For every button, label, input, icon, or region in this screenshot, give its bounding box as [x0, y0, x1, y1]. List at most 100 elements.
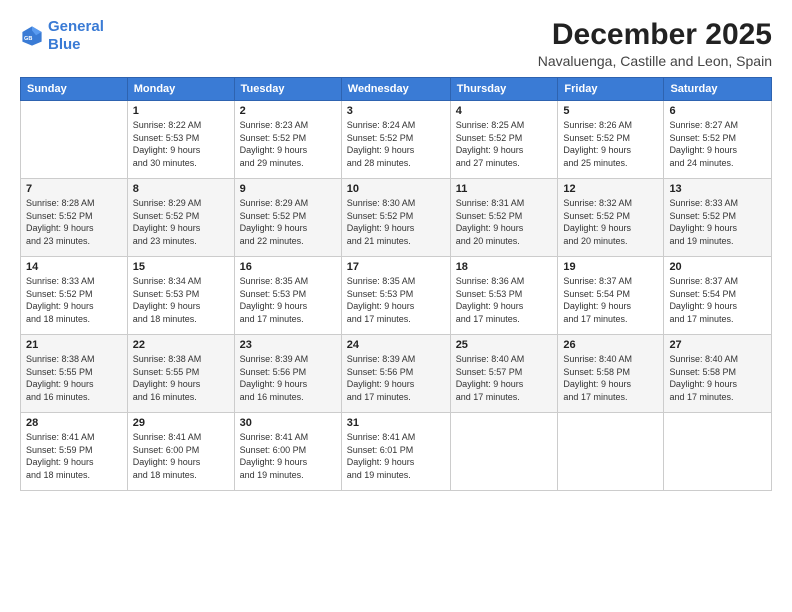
day-info: Sunrise: 8:38 AM Sunset: 5:55 PM Dayligh… — [133, 353, 229, 403]
calendar-cell: 12 Sunrise: 8:32 AM Sunset: 5:52 PM Dayli… — [558, 179, 664, 257]
day-number: 17 — [347, 261, 445, 273]
calendar-week-row: 7 Sunrise: 8:28 AM Sunset: 5:52 PM Daylig… — [21, 179, 772, 257]
day-info: Sunrise: 8:40 AM Sunset: 5:58 PM Dayligh… — [669, 353, 766, 403]
calendar-cell: 30 Sunrise: 8:41 AM Sunset: 6:00 PM Dayli… — [234, 413, 341, 491]
calendar-cell: 9Sunrise: 8:29 AM Sunset: 5:52 PM Daylig… — [234, 179, 341, 257]
day-info: Sunrise: 8:35 AM Sunset: 5:53 PM Dayligh… — [347, 275, 445, 325]
calendar-table: SundayMondayTuesdayWednesdayThursdayFrid… — [20, 77, 772, 491]
sub-title: Navaluenga, Castille and Leon, Spain — [538, 53, 772, 69]
calendar-header-sunday: Sunday — [21, 78, 128, 101]
day-number: 24 — [347, 339, 445, 351]
calendar-cell — [450, 413, 558, 491]
day-info: Sunrise: 8:41 AM Sunset: 6:01 PM Dayligh… — [347, 431, 445, 481]
logo-icon: GB — [20, 24, 44, 48]
day-number: 2 — [240, 105, 336, 117]
calendar-cell: 21 Sunrise: 8:38 AM Sunset: 5:55 PM Dayli… — [21, 335, 128, 413]
day-info: Sunrise: 8:31 AM Sunset: 5:52 PM Dayligh… — [456, 197, 553, 247]
calendar-cell: 7 Sunrise: 8:28 AM Sunset: 5:52 PM Daylig… — [21, 179, 128, 257]
day-info: Sunrise: 8:32 AM Sunset: 5:52 PM Dayligh… — [563, 197, 658, 247]
day-number: 20 — [669, 261, 766, 273]
calendar-header-wednesday: Wednesday — [341, 78, 450, 101]
calendar-header-tuesday: Tuesday — [234, 78, 341, 101]
main-title: December 2025 — [538, 18, 772, 51]
calendar-cell: 17 Sunrise: 8:35 AM Sunset: 5:53 PM Dayli… — [341, 257, 450, 335]
calendar-cell: 8Sunrise: 8:29 AM Sunset: 5:52 PM Daylig… — [127, 179, 234, 257]
calendar-cell: 16 Sunrise: 8:35 AM Sunset: 5:53 PM Dayli… — [234, 257, 341, 335]
day-number: 21 — [26, 339, 122, 351]
svg-text:GB: GB — [24, 36, 32, 42]
day-info: Sunrise: 8:35 AM Sunset: 5:53 PM Dayligh… — [240, 275, 336, 325]
calendar-cell: 4 Sunrise: 8:25 AM Sunset: 5:52 PM Daylig… — [450, 101, 558, 179]
day-info: Sunrise: 8:28 AM Sunset: 5:52 PM Dayligh… — [26, 197, 122, 247]
day-number: 25 — [456, 339, 553, 351]
day-info: Sunrise: 8:22 AM Sunset: 5:53 PM Dayligh… — [133, 119, 229, 169]
day-info: Sunrise: 8:24 AM Sunset: 5:52 PM Dayligh… — [347, 119, 445, 169]
calendar-week-row: 28 Sunrise: 8:41 AM Sunset: 5:59 PM Dayli… — [21, 413, 772, 491]
day-number: 16 — [240, 261, 336, 273]
calendar-header-friday: Friday — [558, 78, 664, 101]
calendar-cell: 31Sunrise: 8:41 AM Sunset: 6:01 PM Dayli… — [341, 413, 450, 491]
day-number: 30 — [240, 417, 336, 429]
calendar-cell — [21, 101, 128, 179]
calendar-cell: 3 Sunrise: 8:24 AM Sunset: 5:52 PM Daylig… — [341, 101, 450, 179]
day-info: Sunrise: 8:23 AM Sunset: 5:52 PM Dayligh… — [240, 119, 336, 169]
calendar-cell: 10 Sunrise: 8:30 AM Sunset: 5:52 PM Dayli… — [341, 179, 450, 257]
day-number: 12 — [563, 183, 658, 195]
day-info: Sunrise: 8:39 AM Sunset: 5:56 PM Dayligh… — [347, 353, 445, 403]
calendar-cell: 6Sunrise: 8:27 AM Sunset: 5:52 PM Daylig… — [664, 101, 772, 179]
calendar-cell — [558, 413, 664, 491]
logo-text: General Blue — [48, 18, 104, 54]
calendar-cell: 20 Sunrise: 8:37 AM Sunset: 5:54 PM Dayli… — [664, 257, 772, 335]
calendar-cell: 27 Sunrise: 8:40 AM Sunset: 5:58 PM Dayli… — [664, 335, 772, 413]
day-number: 11 — [456, 183, 553, 195]
calendar-header-row: SundayMondayTuesdayWednesdayThursdayFrid… — [21, 78, 772, 101]
calendar-cell: 26 Sunrise: 8:40 AM Sunset: 5:58 PM Dayli… — [558, 335, 664, 413]
logo-line1: General — [48, 18, 104, 35]
calendar-cell: 14Sunrise: 8:33 AM Sunset: 5:52 PM Dayli… — [21, 257, 128, 335]
day-number: 14 — [26, 261, 122, 273]
header: GB General Blue December 2025 Navaluenga… — [20, 18, 772, 69]
day-info: Sunrise: 8:30 AM Sunset: 5:52 PM Dayligh… — [347, 197, 445, 247]
day-info: Sunrise: 8:40 AM Sunset: 5:57 PM Dayligh… — [456, 353, 553, 403]
calendar-header-thursday: Thursday — [450, 78, 558, 101]
calendar-cell: 24 Sunrise: 8:39 AM Sunset: 5:56 PM Dayli… — [341, 335, 450, 413]
day-info: Sunrise: 8:41 AM Sunset: 6:00 PM Dayligh… — [240, 431, 336, 481]
day-info: Sunrise: 8:38 AM Sunset: 5:55 PM Dayligh… — [26, 353, 122, 403]
calendar-cell: 23Sunrise: 8:39 AM Sunset: 5:56 PM Dayli… — [234, 335, 341, 413]
calendar-header-monday: Monday — [127, 78, 234, 101]
day-info: Sunrise: 8:25 AM Sunset: 5:52 PM Dayligh… — [456, 119, 553, 169]
day-number: 27 — [669, 339, 766, 351]
calendar-cell: 25 Sunrise: 8:40 AM Sunset: 5:57 PM Dayli… — [450, 335, 558, 413]
day-number: 22 — [133, 339, 229, 351]
page: GB General Blue December 2025 Navaluenga… — [0, 0, 792, 612]
day-number: 5 — [563, 105, 658, 117]
day-info: Sunrise: 8:29 AM Sunset: 5:52 PM Dayligh… — [133, 197, 229, 247]
calendar-cell: 13Sunrise: 8:33 AM Sunset: 5:52 PM Dayli… — [664, 179, 772, 257]
day-number: 28 — [26, 417, 122, 429]
day-info: Sunrise: 8:27 AM Sunset: 5:52 PM Dayligh… — [669, 119, 766, 169]
calendar-cell — [664, 413, 772, 491]
calendar-week-row: 14Sunrise: 8:33 AM Sunset: 5:52 PM Dayli… — [21, 257, 772, 335]
calendar-cell: 2 Sunrise: 8:23 AM Sunset: 5:52 PM Daylig… — [234, 101, 341, 179]
calendar-cell: 15Sunrise: 8:34 AM Sunset: 5:53 PM Dayli… — [127, 257, 234, 335]
calendar-cell: 1 Sunrise: 8:22 AM Sunset: 5:53 PM Daylig… — [127, 101, 234, 179]
day-number: 7 — [26, 183, 122, 195]
day-info: Sunrise: 8:40 AM Sunset: 5:58 PM Dayligh… — [563, 353, 658, 403]
title-block: December 2025 Navaluenga, Castille and L… — [538, 18, 772, 69]
day-number: 1 — [133, 105, 229, 117]
day-number: 13 — [669, 183, 766, 195]
day-number: 10 — [347, 183, 445, 195]
day-number: 29 — [133, 417, 229, 429]
day-info: Sunrise: 8:41 AM Sunset: 5:59 PM Dayligh… — [26, 431, 122, 481]
calendar-cell: 22 Sunrise: 8:38 AM Sunset: 5:55 PM Dayli… — [127, 335, 234, 413]
calendar-cell: 11 Sunrise: 8:31 AM Sunset: 5:52 PM Dayli… — [450, 179, 558, 257]
day-number: 26 — [563, 339, 658, 351]
day-info: Sunrise: 8:37 AM Sunset: 5:54 PM Dayligh… — [669, 275, 766, 325]
day-number: 4 — [456, 105, 553, 117]
day-number: 3 — [347, 105, 445, 117]
calendar-header-saturday: Saturday — [664, 78, 772, 101]
logo-line2: Blue — [48, 36, 81, 53]
calendar-week-row: 1 Sunrise: 8:22 AM Sunset: 5:53 PM Daylig… — [21, 101, 772, 179]
calendar-week-row: 21 Sunrise: 8:38 AM Sunset: 5:55 PM Dayli… — [21, 335, 772, 413]
day-number: 23 — [240, 339, 336, 351]
